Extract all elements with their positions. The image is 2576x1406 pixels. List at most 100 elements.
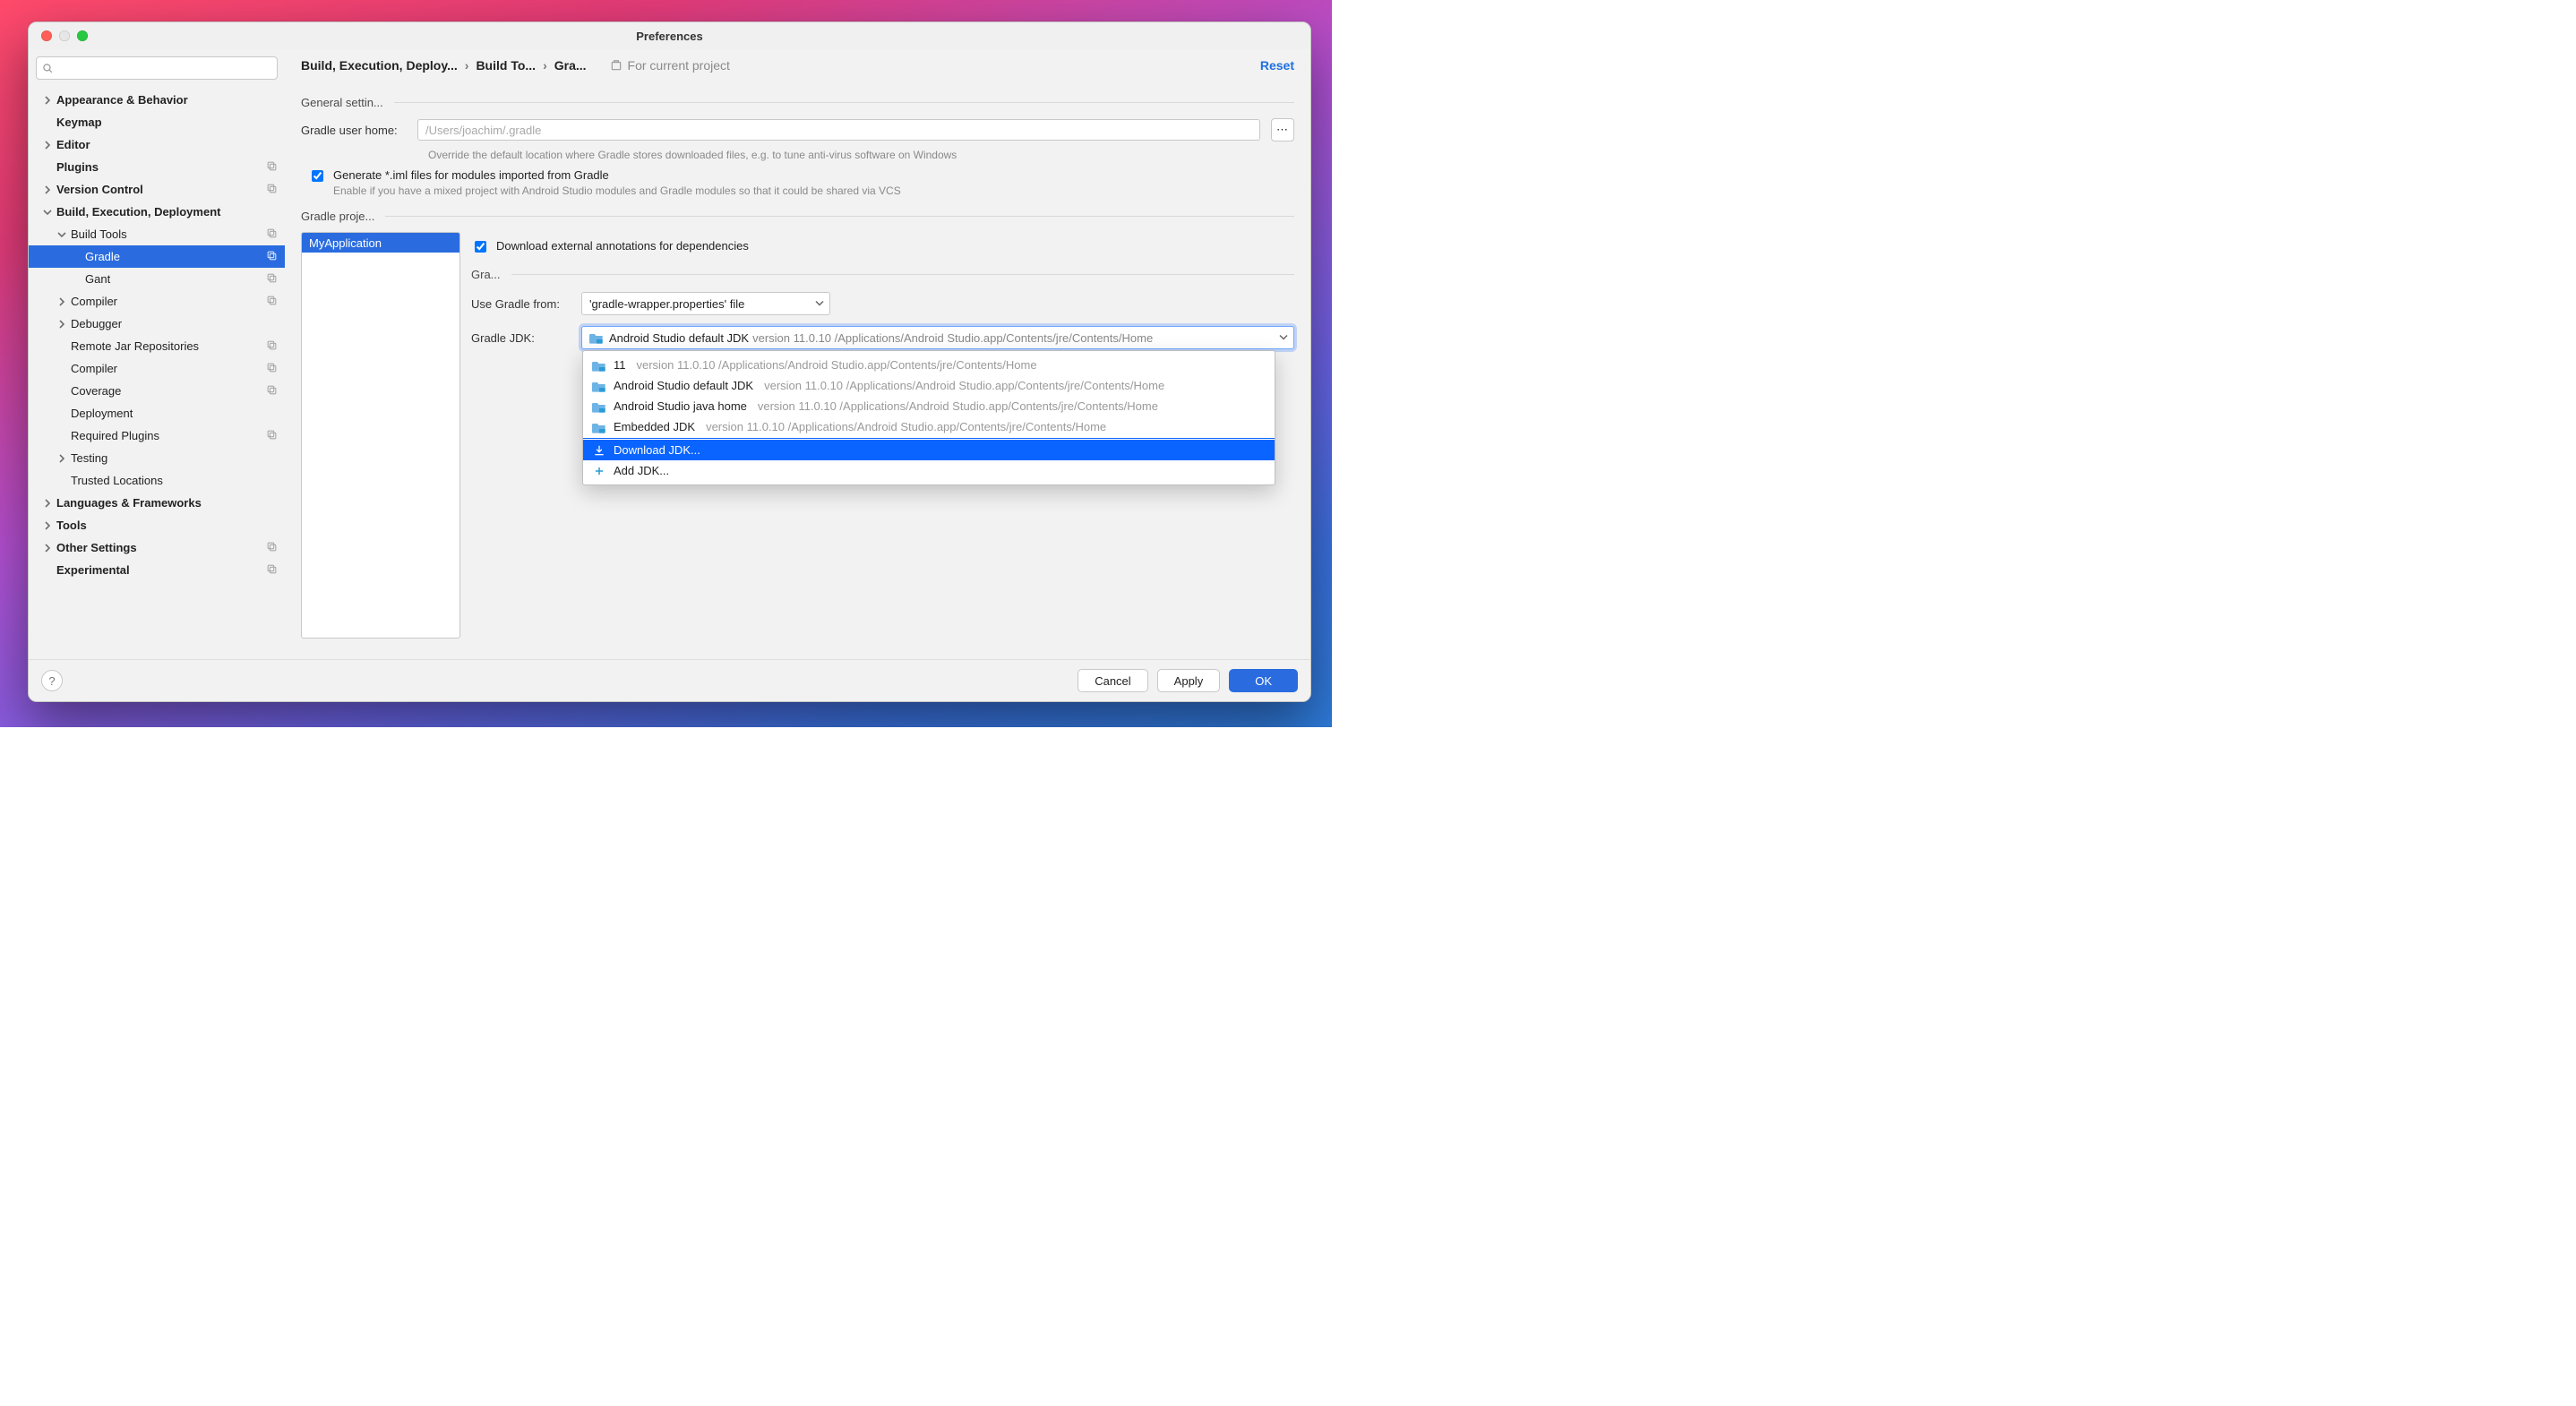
chevron-placeholder xyxy=(43,566,52,575)
gradle-jdk-select[interactable]: Android Studio default JDK version 11.0.… xyxy=(581,326,1294,349)
per-project-icon xyxy=(266,160,278,175)
chevron-right-icon[interactable] xyxy=(43,521,52,530)
sidebar-item[interactable]: Version Control xyxy=(29,178,285,201)
sidebar-item[interactable]: Gradle xyxy=(29,245,285,268)
use-gradle-from-label: Use Gradle from: xyxy=(471,297,571,311)
sidebar-item-label: Editor xyxy=(56,138,278,151)
sidebar-item[interactable]: Remote Jar Repositories xyxy=(29,335,285,357)
jdk-dropdown-item[interactable]: Embedded JDKversion 11.0.10 /Application… xyxy=(583,416,1275,437)
jdk-dropdown-item[interactable]: Android Studio default JDKversion 11.0.1… xyxy=(583,375,1275,396)
chevron-placeholder xyxy=(43,118,52,127)
desktop-background: Preferences Appearance & BehaviorKeymapE… xyxy=(0,0,1332,727)
chevron-down-icon[interactable] xyxy=(57,230,66,239)
chevron-right-icon[interactable] xyxy=(43,499,52,508)
per-project-icon xyxy=(266,362,278,376)
sidebar-search-input[interactable] xyxy=(36,56,278,80)
preferences-sidebar: Appearance & BehaviorKeymap Editor Plugins… xyxy=(29,49,285,659)
gradle-projects-section: Gradle proje... xyxy=(301,210,1294,223)
chevron-placeholder xyxy=(57,476,66,485)
breadcrumb-scope: For current project xyxy=(610,58,730,73)
jdk-dropdown-item[interactable]: Add JDK... xyxy=(583,460,1275,481)
jdk-option-name: Embedded JDK xyxy=(614,420,695,433)
sidebar-item[interactable]: Compiler xyxy=(29,357,285,380)
per-project-icon xyxy=(266,250,278,264)
sidebar-item[interactable]: Testing xyxy=(29,447,285,469)
sidebar-item[interactable]: Required Plugins xyxy=(29,424,285,447)
chevron-right-icon[interactable] xyxy=(43,96,52,105)
sidebar-item[interactable]: Experimental xyxy=(29,559,285,581)
sidebar-item[interactable]: Tools xyxy=(29,514,285,536)
generate-iml-checkbox[interactable] xyxy=(312,170,323,182)
window-zoom-button[interactable] xyxy=(77,30,88,41)
gradle-user-home-label: Gradle user home: xyxy=(301,124,407,137)
sidebar-item-label: Build, Execution, Deployment xyxy=(56,205,278,219)
jdk-option-name: Android Studio java home xyxy=(614,399,747,413)
sidebar-item[interactable]: Compiler xyxy=(29,290,285,313)
chevron-placeholder xyxy=(72,253,81,261)
jdk-dropdown-item[interactable]: Download JDK... xyxy=(583,440,1275,460)
sidebar-item[interactable]: Keymap xyxy=(29,111,285,133)
breadcrumb-sep: › xyxy=(465,58,469,73)
chevron-right-icon[interactable] xyxy=(57,297,66,306)
window-close-button[interactable] xyxy=(41,30,52,41)
help-button[interactable]: ? xyxy=(41,670,63,691)
window-minimize-button[interactable] xyxy=(59,30,70,41)
sidebar-item[interactable]: Languages & Frameworks xyxy=(29,492,285,514)
sidebar-item-label: Gradle xyxy=(85,250,266,263)
chevron-placeholder xyxy=(57,342,66,351)
sidebar-item-label: Debugger xyxy=(71,317,278,330)
folder-icon xyxy=(592,359,606,372)
sidebar-item[interactable]: Gant xyxy=(29,268,285,290)
jdk-option-name: 11 xyxy=(614,358,626,372)
chevron-right-icon[interactable] xyxy=(43,141,52,150)
sidebar-item-label: Experimental xyxy=(56,563,266,577)
gradle-projects-list[interactable]: MyApplication xyxy=(301,232,460,639)
cancel-button[interactable]: Cancel xyxy=(1078,669,1147,692)
sidebar-item-label: Languages & Frameworks xyxy=(56,496,278,510)
breadcrumb-item[interactable]: Build, Execution, Deploy... xyxy=(301,58,458,73)
per-project-icon xyxy=(266,295,278,309)
gradle-user-home-input[interactable] xyxy=(417,119,1260,141)
jdk-dropdown-item[interactable]: 11version 11.0.10 /Applications/Android … xyxy=(583,355,1275,375)
breadcrumb-item[interactable]: Build To... xyxy=(476,58,536,73)
chevron-down-icon[interactable] xyxy=(43,208,52,217)
sidebar-item[interactable]: Coverage xyxy=(29,380,285,402)
sidebar-item-label: Plugins xyxy=(56,160,266,174)
reset-link[interactable]: Reset xyxy=(1260,58,1294,73)
chevron-down-icon xyxy=(1279,331,1288,345)
chevron-placeholder xyxy=(57,432,66,441)
per-project-icon xyxy=(266,429,278,443)
chevron-right-icon[interactable] xyxy=(57,320,66,329)
generate-iml-label: Generate *.iml files for modules importe… xyxy=(333,168,901,182)
sidebar-item[interactable]: Plugins xyxy=(29,156,285,178)
project-list-item[interactable]: MyApplication xyxy=(302,233,459,253)
breadcrumb: Build, Execution, Deploy... › Build To..… xyxy=(285,49,1310,73)
download-annotations-checkbox[interactable] xyxy=(475,241,486,253)
browse-button[interactable]: ⋯ xyxy=(1271,118,1294,141)
jdk-option-version: version 11.0.10 /Applications/Android St… xyxy=(764,379,1164,392)
sidebar-item[interactable]: Debugger xyxy=(29,313,285,335)
sidebar-item[interactable]: Trusted Locations xyxy=(29,469,285,492)
chevron-right-icon[interactable] xyxy=(43,185,52,194)
use-gradle-from-select[interactable]: 'gradle-wrapper.properties' file xyxy=(581,292,830,315)
sidebar-item-label: Deployment xyxy=(71,407,278,420)
sidebar-item-label: Tools xyxy=(56,519,278,532)
sidebar-item[interactable]: Build Tools xyxy=(29,223,285,245)
dialog-footer: ? Cancel Apply OK xyxy=(29,659,1310,701)
jdk-dropdown-item[interactable]: Android Studio java homeversion 11.0.10 … xyxy=(583,396,1275,416)
sidebar-item[interactable]: Appearance & Behavior xyxy=(29,89,285,111)
gradle-jdk-dropdown: 11 version 11.0.10 /Applications/Android … xyxy=(582,350,1275,485)
sidebar-item[interactable]: Deployment xyxy=(29,402,285,424)
chevron-right-icon[interactable] xyxy=(43,544,52,553)
sidebar-item-label: Remote Jar Repositories xyxy=(71,339,266,353)
chevron-right-icon[interactable] xyxy=(57,454,66,463)
sidebar-item[interactable]: Editor xyxy=(29,133,285,156)
per-project-icon xyxy=(266,339,278,354)
breadcrumb-item[interactable]: Gra... xyxy=(554,58,587,73)
sidebar-item[interactable]: Build, Execution, Deployment xyxy=(29,201,285,223)
ok-button[interactable]: OK xyxy=(1229,669,1298,692)
sidebar-item[interactable]: Other Settings xyxy=(29,536,285,559)
generate-iml-desc: Enable if you have a mixed project with … xyxy=(333,184,901,197)
gradle-jdk-label: Gradle JDK: xyxy=(471,331,571,345)
apply-button[interactable]: Apply xyxy=(1157,669,1221,692)
